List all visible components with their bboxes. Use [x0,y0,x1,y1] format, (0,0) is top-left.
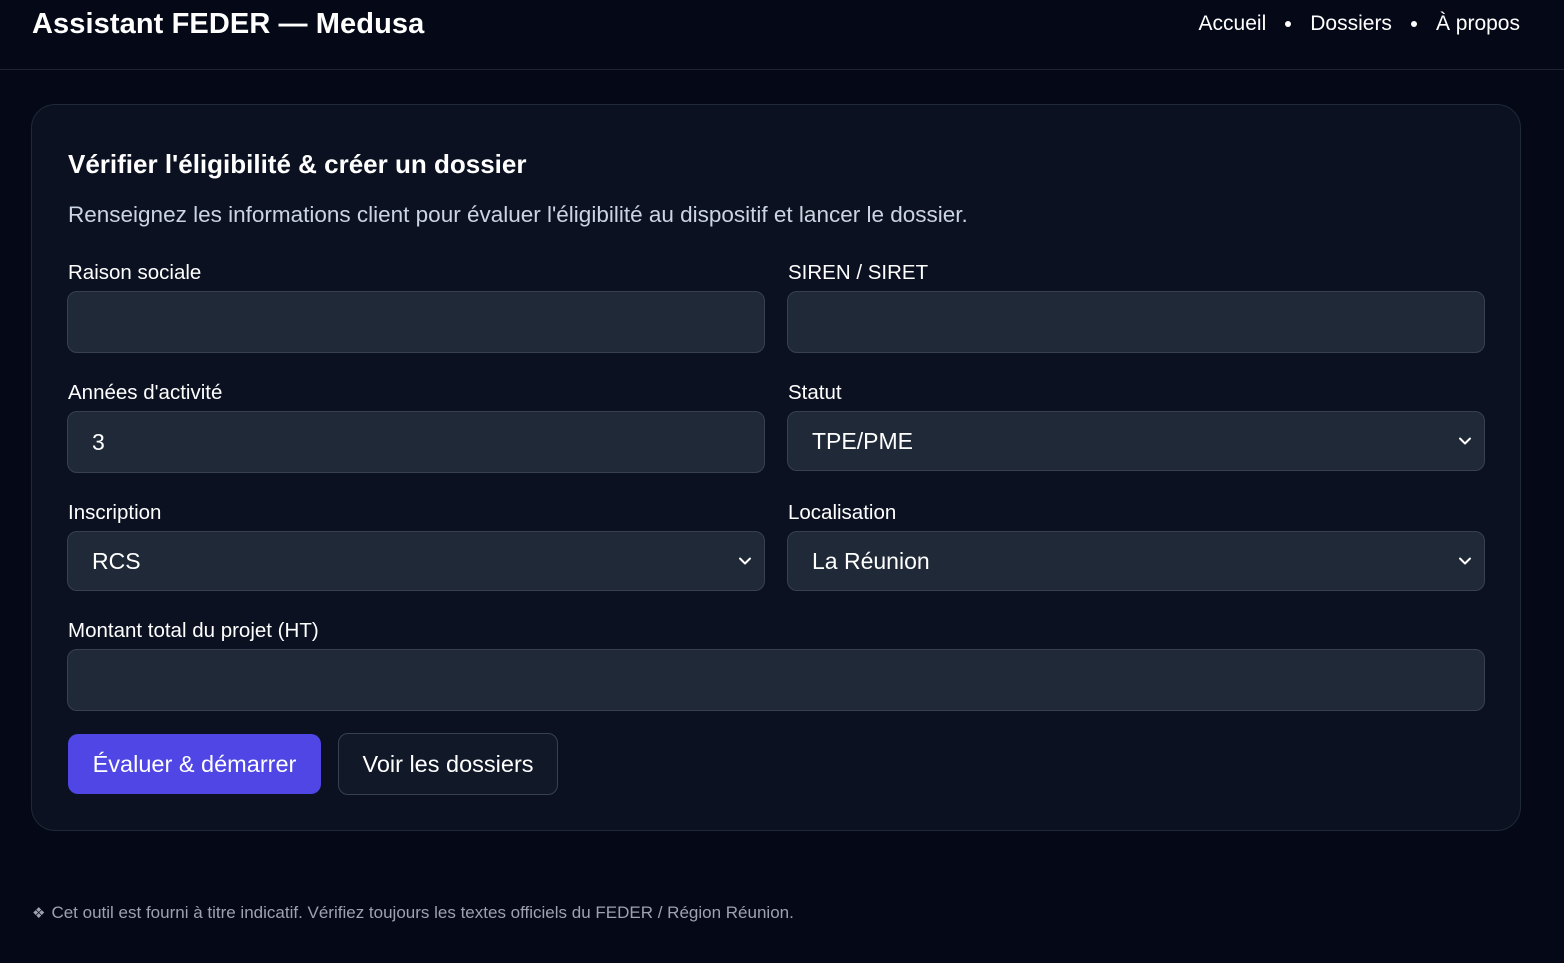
localisation-label: Localisation [788,501,897,524]
nav-link-a-propos[interactable]: À propos [1436,12,1520,36]
eligibility-form-card: Vérifier l'éligibilité & créer un dossie… [31,104,1521,831]
chevron-down-icon [1459,557,1471,565]
raison-sociale-input[interactable] [67,291,765,353]
annees-activite-input[interactable] [67,411,765,473]
inscription-select[interactable]: RCS [67,531,765,591]
annees-activite-label: Années d'activité [68,381,223,404]
siren-siret-label: SIREN / SIRET [788,261,929,284]
chevron-down-icon [739,557,751,565]
statut-select[interactable]: TPE/PME [787,411,1485,471]
inscription-label: Inscription [68,501,162,524]
montant-projet-label: Montant total du projet (HT) [68,619,319,642]
disclaimer-text: Cet outil est fourni à titre indicatif. … [51,903,794,922]
statut-label: Statut [788,381,842,404]
localisation-select[interactable]: La Réunion [787,531,1485,591]
form-description: Renseignez les informations client pour … [68,202,968,227]
diamond-icon: ❖ [32,905,46,922]
siren-siret-input[interactable] [787,291,1485,353]
inscription-selected-value: RCS [92,547,141,574]
nav-link-accueil[interactable]: Accueil [1199,12,1267,36]
footer-disclaimer: ❖ Cet outil est fourni à titre indicatif… [32,903,794,923]
main-nav: Accueil Dossiers À propos [1199,12,1520,36]
montant-projet-input[interactable] [67,649,1485,711]
evaluer-demarrer-button[interactable]: Évaluer & démarrer [68,734,321,794]
app-title: Assistant FEDER — Medusa [32,8,425,40]
form-title: Vérifier l'éligibilité & créer un dossie… [68,149,527,179]
voir-dossiers-button[interactable]: Voir les dossiers [338,733,558,795]
nav-separator-dot [1285,21,1292,27]
statut-selected-value: TPE/PME [812,427,913,454]
chevron-down-icon [1459,437,1471,445]
localisation-selected-value: La Réunion [812,547,930,574]
top-navigation-bar: Assistant FEDER — Medusa Accueil Dossier… [0,0,1564,70]
nav-link-dossiers[interactable]: Dossiers [1310,12,1392,36]
nav-separator-dot [1410,21,1417,27]
raison-sociale-label: Raison sociale [68,261,202,284]
